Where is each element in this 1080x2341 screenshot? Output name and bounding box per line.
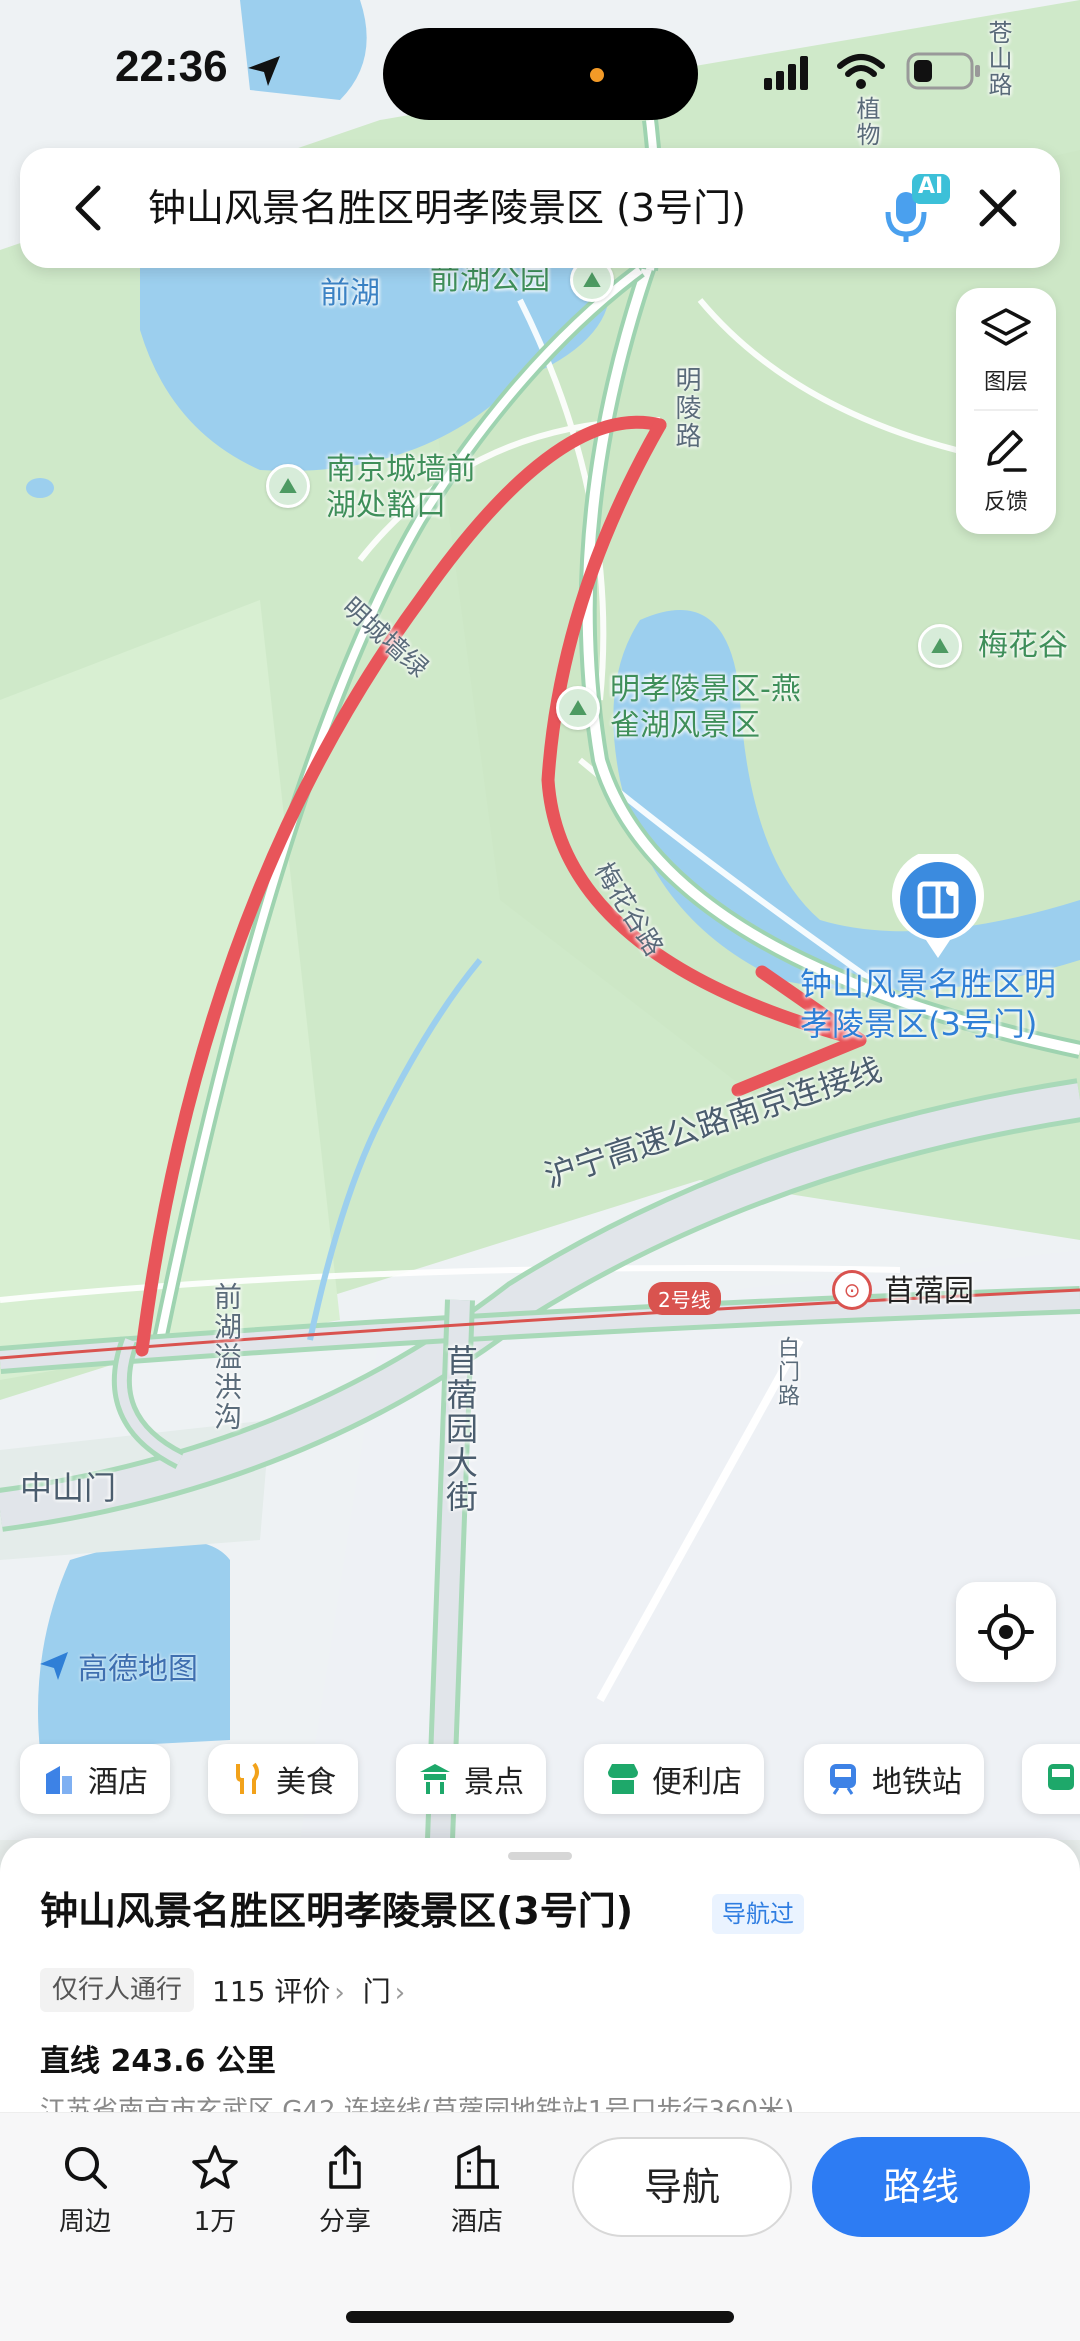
chip-label: 地铁站	[872, 1765, 962, 1800]
destination-pin[interactable]	[890, 849, 986, 962]
share-icon	[329, 2145, 361, 2189]
status-time: 22:36	[115, 42, 228, 91]
chip-metro[interactable]: 地铁站	[804, 1744, 984, 1814]
destination-label[interactable]: 钟山风景名胜区明孝陵景区(3号门)	[800, 964, 1080, 1044]
share-button[interactable]: 分享	[300, 2143, 390, 2238]
amap-logo-text: 高德地图	[78, 1652, 198, 1687]
feedback-label: 反馈	[983, 490, 1028, 515]
dynamic-island	[383, 28, 698, 120]
category-chips: 酒店 美食 景点 便利店 地铁站	[0, 1744, 1080, 1818]
distance: 直线 243.6 公里	[40, 2044, 276, 2079]
reviews-text: 115 评价	[212, 1975, 331, 2008]
nearby-label: 周边	[58, 2207, 111, 2237]
search-title[interactable]: 钟山风景名胜区明孝陵景区 (3号门)	[148, 180, 746, 236]
favorite-button[interactable]: 1万	[170, 2143, 260, 2238]
road-label-zhongshanmen: 中山门	[20, 1469, 117, 1507]
share-label: 分享	[318, 2207, 371, 2237]
metro-icon	[826, 1762, 860, 1796]
action-bar: 周边 1万 分享 酒店 导航 路线	[0, 2112, 1080, 2341]
chip-food[interactable]: 美食	[208, 1744, 358, 1814]
layers-label: 图层	[983, 370, 1028, 395]
chip-bus[interactable]	[1022, 1744, 1080, 1814]
ai-voice-button[interactable]: AI	[882, 172, 952, 244]
navigated-badge: 导航过	[712, 1894, 804, 1934]
hotel-button[interactable]: 酒店	[432, 2143, 522, 2238]
store-icon	[606, 1762, 640, 1796]
home-indicator[interactable]	[346, 2311, 734, 2323]
privacy-indicator	[590, 68, 604, 82]
divider	[974, 409, 1038, 411]
chip-attraction[interactable]: 景点	[396, 1744, 546, 1814]
scenic-spot-icon[interactable]: ⛰	[266, 464, 310, 508]
type-text: 门	[362, 1975, 391, 2008]
metro-station-icon[interactable]: ⊙	[832, 1270, 872, 1310]
signal-icon	[764, 56, 808, 90]
metro-station-label[interactable]: 苜蓿园	[884, 1274, 974, 1310]
reviews-link[interactable]: 115 评价 ›	[212, 1970, 345, 2010]
star-icon	[192, 2145, 238, 2189]
scenic-spot-icon-yanquehu[interactable]: ⛰	[556, 686, 600, 730]
search-bar[interactable]: 钟山风景名胜区明孝陵景区 (3号门) AI	[20, 148, 1060, 268]
locate-button[interactable]	[956, 1582, 1056, 1682]
bus-icon	[1044, 1762, 1078, 1796]
location-arrow-icon	[248, 56, 280, 86]
feedback-button[interactable]: 反馈	[956, 426, 1056, 516]
crosshair-icon	[978, 1604, 1034, 1660]
poi-label-meihuagu[interactable]: 梅花谷	[978, 628, 1068, 664]
sheet-handle[interactable]	[508, 1852, 572, 1860]
chip-label: 美食	[276, 1765, 336, 1800]
status-bar: 22:36	[0, 0, 1080, 140]
road-label-baimenlu: 白门路	[774, 1336, 799, 1408]
hotel-label: 酒店	[450, 2207, 503, 2237]
hotel-icon	[455, 2145, 499, 2189]
scenic-spot-icon-meihuagu[interactable]: ⛰	[918, 624, 962, 668]
road-label-minglinglu: 明陵路	[671, 366, 701, 450]
metro-line-badge: 2号线	[648, 1282, 721, 1315]
poi-label-yanquehu[interactable]: 明孝陵景区-燕雀湖风景区	[610, 672, 810, 744]
place-title: 钟山风景名胜区明孝陵景区(3号门)	[40, 1889, 634, 1933]
wifi-icon	[837, 54, 885, 89]
lake-label-qianhu: 前湖	[320, 276, 380, 311]
chip-label: 景点	[464, 1765, 524, 1800]
chevron-right-icon: ›	[334, 1978, 345, 2008]
gate-pin-icon	[892, 849, 984, 958]
poi-label-city-wall[interactable]: 南京城墙前湖处豁口	[326, 452, 496, 524]
place-meta: 仅行人通行 115 评价 › 门 ›	[40, 1968, 405, 2012]
road-label-muxuyuan-street: 苜蓿园大街	[441, 1344, 479, 1514]
nearby-button[interactable]: 周边	[40, 2143, 130, 2238]
ai-badge: AI	[918, 174, 944, 199]
canal-label: 前湖溢洪沟	[210, 1282, 243, 1432]
favorite-label: 1万	[193, 2207, 237, 2237]
chip-label: 便利店	[652, 1765, 742, 1800]
type-link[interactable]: 门 ›	[363, 1970, 405, 2010]
food-icon	[230, 1762, 264, 1796]
close-icon[interactable]	[968, 178, 1028, 238]
layers-icon	[981, 308, 1031, 346]
attraction-icon	[418, 1762, 452, 1796]
amap-logo: 高德地图	[36, 1644, 198, 1688]
layers-button[interactable]: 图层	[956, 306, 1056, 396]
edit-icon	[987, 430, 1027, 472]
map-tools-panel: 图层 反馈	[956, 288, 1056, 534]
map-view[interactable]: 前湖 前湖公园 ⛰ 明陵路 ⛰ 南京城墙前湖处豁口 明城墙绿 ⛰ 梅花谷 ⛰ 明…	[0, 0, 1080, 1840]
chip-label: 酒店	[88, 1765, 148, 1800]
battery-icon	[906, 52, 980, 90]
hotel-icon	[42, 1762, 76, 1796]
chevron-right-icon: ›	[394, 1978, 406, 2008]
navigate-button[interactable]: 导航	[572, 2137, 792, 2237]
chip-store[interactable]: 便利店	[584, 1744, 764, 1814]
route-button[interactable]: 路线	[812, 2137, 1030, 2237]
amap-arrow-icon	[40, 1652, 68, 1680]
chip-hotel[interactable]: 酒店	[20, 1744, 170, 1814]
search-icon	[65, 2147, 107, 2189]
back-icon[interactable]	[60, 178, 120, 238]
pedestrian-tag: 仅行人通行	[40, 1968, 195, 2012]
